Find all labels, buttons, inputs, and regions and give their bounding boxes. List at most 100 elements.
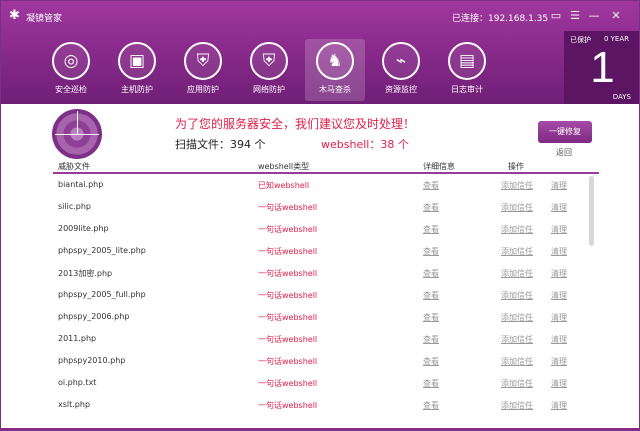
minimize-icon[interactable]: —: [587, 9, 601, 23]
webshell-type: 一句话webshell: [258, 401, 318, 410]
clean-link[interactable]: 清理: [551, 224, 567, 235]
nav-item-security-inspection[interactable]: ◎ 安全巡检: [41, 39, 101, 101]
table-row: xslt.php 一句话webshell 查看 添加信任 清理: [53, 394, 583, 416]
connection-status: 已连接：192.168.1.35: [452, 14, 549, 24]
close-icon[interactable]: ✕: [609, 9, 623, 23]
webshell-type: 一句话webshell: [258, 291, 318, 300]
radar-icon: ◎: [52, 42, 90, 80]
table-row: biantai.php 已知webshell 查看 添加信任 清理: [53, 174, 583, 196]
clean-link[interactable]: 清理: [551, 378, 567, 389]
view-link[interactable]: 查看: [423, 246, 439, 257]
add-trust-link[interactable]: 添加信任: [501, 356, 533, 367]
clean-link[interactable]: 清理: [551, 246, 567, 257]
view-link[interactable]: 查看: [423, 224, 439, 235]
view-link[interactable]: 查看: [423, 400, 439, 411]
add-trust-link[interactable]: 添加信任: [501, 312, 533, 323]
nav-label: 主机防护: [121, 85, 153, 94]
webshell-type: 一句话webshell: [258, 225, 318, 234]
app-logo-icon: ✱: [9, 8, 20, 23]
clean-link[interactable]: 清理: [551, 312, 567, 323]
view-link[interactable]: 查看: [423, 378, 439, 389]
horse-icon: ♞: [316, 42, 354, 80]
clean-link[interactable]: 清理: [551, 268, 567, 279]
view-link[interactable]: 查看: [423, 268, 439, 279]
add-trust-link[interactable]: 添加信任: [501, 268, 533, 279]
server-icon: ▣: [118, 42, 156, 80]
threat-file-name: phpspy_2005_lite.php: [58, 246, 146, 255]
nav-label: 安全巡检: [55, 85, 87, 94]
network-shield-icon: ⛨: [250, 42, 288, 80]
protection-years: 0 YEAR: [603, 35, 629, 43]
view-link[interactable]: 查看: [423, 180, 439, 191]
view-link[interactable]: 查看: [423, 202, 439, 213]
nav-item-network-protection[interactable]: ⛨ 网络防护: [239, 39, 299, 101]
titlebar: ✱ 凝镜管家 已连接：192.168.1.35 ▭ ☰ — ✕: [1, 1, 639, 31]
webshell-type: 一句话webshell: [258, 379, 318, 388]
protection-days-panel: 已保护 0 YEAR 1 DAYS: [564, 31, 639, 104]
add-trust-link[interactable]: 添加信任: [501, 290, 533, 301]
clean-link[interactable]: 清理: [551, 334, 567, 345]
one-click-fix-button[interactable]: 一键修复: [538, 121, 592, 143]
pulse-icon: ⌁: [382, 42, 420, 80]
clean-link[interactable]: 清理: [551, 290, 567, 301]
webshell-type: 一句话webshell: [258, 313, 318, 322]
nav-item-trojan-scan[interactable]: ♞ 木马查杀: [305, 39, 365, 101]
table-row: 2011.php 一句话webshell 查看 添加信任 清理: [53, 328, 583, 350]
nav-item-resource-monitor[interactable]: ⌁ 资源监控: [371, 39, 431, 101]
clean-link[interactable]: 清理: [551, 180, 567, 191]
threat-file-name: phpspy_2006.php: [58, 312, 130, 321]
table-row: phpspy2010.php 一句话webshell 查看 添加信任 清理: [53, 350, 583, 372]
table-row: oi.php.txt 一句话webshell 查看 添加信任 清理: [53, 372, 583, 394]
view-link[interactable]: 查看: [423, 334, 439, 345]
nav-item-app-protection[interactable]: ⛨ 应用防护: [173, 39, 233, 101]
add-trust-link[interactable]: 添加信任: [501, 378, 533, 389]
threat-file-name: xslt.php: [58, 400, 91, 409]
threat-file-name: phpspy_2005_full.php: [58, 290, 146, 299]
webshell-type: 一句话webshell: [258, 357, 318, 366]
nav-label: 木马查杀: [319, 85, 351, 94]
webshell-type: 一句话webshell: [258, 269, 318, 278]
table-header: 威胁文件 webshell类型 详细信息 操作: [53, 159, 599, 174]
view-link[interactable]: 查看: [423, 290, 439, 301]
protection-label: 已保护: [570, 36, 591, 44]
nav-label: 应用防护: [187, 85, 219, 94]
table-row: silic.php 一句话webshell 查看 添加信任 清理: [53, 196, 583, 218]
nav-label: 日志审计: [451, 85, 483, 94]
scan-summary: 为了您的服务器安全，我们建议您及时处理！ 扫描文件：394 个 webshell…: [1, 104, 639, 159]
protection-days-unit: DAYS: [612, 93, 631, 101]
clean-link[interactable]: 清理: [551, 400, 567, 411]
nav-item-host-protection[interactable]: ▣ 主机防护: [107, 39, 167, 101]
threat-file-name: 2013加密.php: [58, 269, 113, 278]
radar-scan-icon: [52, 109, 102, 159]
threat-file-name: silic.php: [58, 202, 92, 211]
add-trust-link[interactable]: 添加信任: [501, 224, 533, 235]
shield-icon: ⛨: [184, 42, 222, 80]
radar-cross-line: [55, 134, 99, 135]
protection-days-number: 1: [590, 43, 615, 92]
menu-icon[interactable]: ☰: [568, 9, 582, 23]
nav-label: 网络防护: [253, 85, 285, 94]
col-details: 详细信息: [423, 162, 455, 171]
add-trust-link[interactable]: 添加信任: [501, 202, 533, 213]
log-icon: ▤: [448, 42, 486, 80]
threat-file-name: phpspy2010.php: [58, 356, 126, 365]
back-link[interactable]: 返回: [556, 147, 572, 158]
col-threat-file: 威胁文件: [58, 162, 90, 171]
table-scrollbar[interactable]: [589, 176, 594, 246]
radar-sweep-line: [77, 111, 78, 134]
webshell-type: 一句话webshell: [258, 247, 318, 256]
clean-link[interactable]: 清理: [551, 356, 567, 367]
view-link[interactable]: 查看: [423, 312, 439, 323]
add-trust-link[interactable]: 添加信任: [501, 246, 533, 257]
add-trust-link[interactable]: 添加信任: [501, 334, 533, 345]
add-trust-link[interactable]: 添加信任: [501, 180, 533, 191]
feedback-icon[interactable]: ▭: [549, 9, 563, 23]
view-link[interactable]: 查看: [423, 356, 439, 367]
webshell-type: 已知webshell: [258, 181, 310, 190]
threat-file-name: 2011.php: [58, 334, 97, 343]
add-trust-link[interactable]: 添加信任: [501, 400, 533, 411]
table-row: phpspy_2005_lite.php 一句话webshell 查看 添加信任…: [53, 240, 583, 262]
app-window: ✱ 凝镜管家 已连接：192.168.1.35 ▭ ☰ — ✕ ◎ 安全巡检 ▣…: [0, 0, 640, 431]
clean-link[interactable]: 清理: [551, 202, 567, 213]
nav-item-log-audit[interactable]: ▤ 日志审计: [437, 39, 497, 101]
